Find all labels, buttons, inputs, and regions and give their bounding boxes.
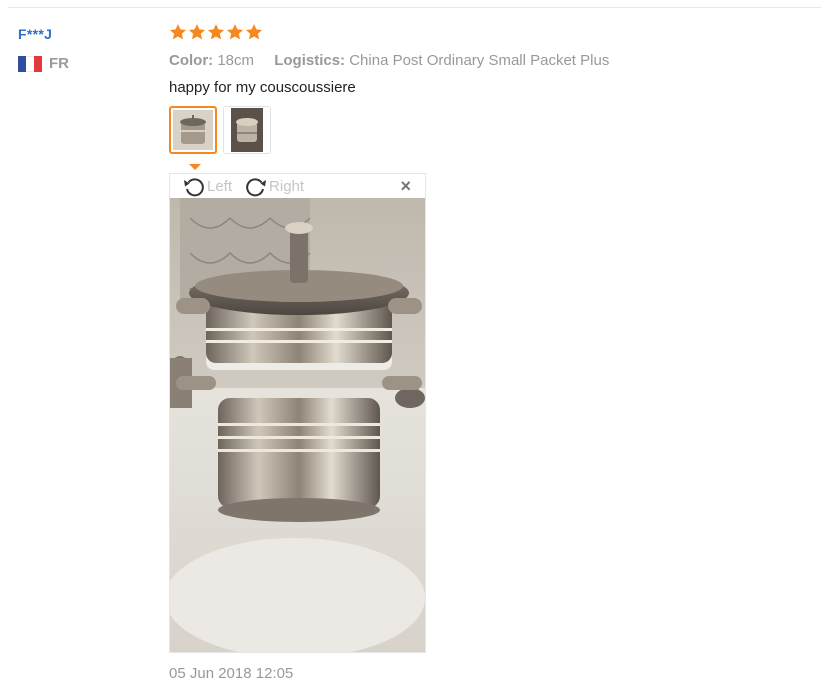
close-viewer-button[interactable]: × [400, 177, 411, 195]
france-flag-icon [18, 55, 42, 72]
viewer-toolbar: Left Right × [170, 174, 425, 198]
color-label: Color: [169, 52, 214, 69]
photo-thumbnail-2[interactable] [223, 106, 271, 154]
photo-thumbnails [169, 106, 809, 154]
review-content: Color: 18cm Logistics: China Post Ordina… [169, 23, 809, 154]
star-icon [226, 24, 244, 40]
photo-thumbnail-1[interactable] [169, 106, 217, 154]
star-icon [188, 24, 206, 40]
color-value: 18cm [217, 52, 255, 69]
divider [8, 7, 821, 8]
rotate-right-icon [246, 178, 267, 197]
star-icon [245, 24, 263, 40]
rotate-left-icon [184, 178, 204, 197]
photo-viewer: Left Right × [169, 173, 426, 653]
reviewer-info: F***J FR [18, 26, 158, 72]
star-icon [207, 24, 225, 40]
rotate-right-label: Right [269, 177, 305, 195]
star-rating [169, 23, 809, 45]
review-date: 05 Jun 2018 12:05 [169, 665, 294, 682]
rotate-left-label: Left [207, 177, 233, 195]
logistics-value: China Post Ordinary Small Packet Plus [349, 52, 610, 69]
thumbnail-pointer [189, 164, 201, 170]
couscoussier-pot-image [170, 198, 425, 652]
star-icon [169, 24, 187, 40]
rotate-right-button[interactable]: Right [244, 174, 304, 198]
logistics-label: Logistics: [274, 52, 346, 69]
country-code: FR [49, 55, 69, 72]
pot-photo-thumb [173, 110, 213, 150]
pot-photo-thumb [231, 108, 263, 152]
reviewer-country: FR [18, 55, 158, 72]
review-text: happy for my couscoussiere [169, 79, 356, 96]
order-attributes: Color: 18cm Logistics: China Post Ordina… [169, 52, 809, 69]
rotate-left-button[interactable]: Left [182, 174, 232, 198]
review-photo [170, 198, 425, 652]
reviewer-name: F***J [18, 26, 53, 42]
